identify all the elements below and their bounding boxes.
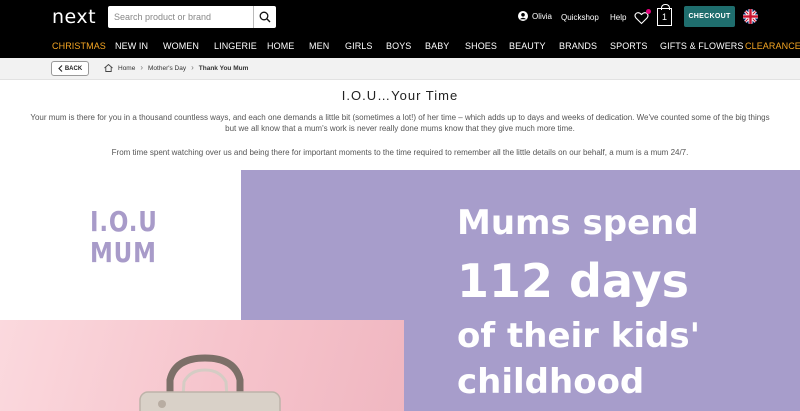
logo-line2: MUM — [90, 236, 157, 269]
nav-item-clearance[interactable]: CLEARANCE — [745, 41, 800, 51]
chevron-right-icon: › — [191, 63, 194, 72]
uk-flag-icon[interactable] — [743, 9, 758, 24]
user-icon — [518, 11, 528, 21]
logo-line1: I.O.U — [90, 205, 158, 238]
nav-item-gifts-flowers[interactable]: GIFTS & FLOWERS — [660, 41, 744, 51]
breadcrumb: Home › Mother's Day › Thank You Mum — [104, 64, 248, 72]
back-button[interactable]: BACK — [51, 61, 89, 76]
nav-item-sports[interactable]: SPORTS — [610, 41, 647, 51]
breadcrumb-bar: BACK Home › Mother's Day › Thank You Mum — [0, 58, 800, 80]
iou-mum-logo: I.O.U MUM — [90, 206, 158, 268]
nav-item-women[interactable]: WOMEN — [163, 41, 199, 51]
breadcrumb-mothers-day[interactable]: Mother's Day — [148, 65, 186, 72]
nav-item-christmas[interactable]: CHRISTMAS — [52, 41, 106, 51]
main-nav: CHRISTMAS NEW IN WOMEN LINGERIE HOME MEN… — [0, 35, 800, 58]
search-icon — [259, 11, 271, 23]
nav-item-men[interactable]: MEN — [309, 41, 329, 51]
shopping-bag-icon[interactable]: 1 — [657, 4, 672, 26]
chevron-right-icon: › — [140, 63, 144, 72]
nav-item-boys[interactable]: BOYS — [386, 41, 411, 51]
home-icon[interactable] — [104, 64, 113, 72]
next-logo[interactable]: next — [52, 6, 96, 28]
breadcrumb-home[interactable]: Home — [118, 65, 135, 72]
nav-item-brands[interactable]: BRANDS — [559, 41, 597, 51]
user-name: Olivia — [532, 11, 553, 21]
nav-item-baby[interactable]: BABY — [425, 41, 449, 51]
favourites-button[interactable] — [634, 9, 651, 25]
hero-line2: 112 days — [457, 254, 689, 308]
top-header: next Olivia Quickshop Help 1 CHECKOUT — [0, 0, 800, 35]
hero-line1: Mums spend — [457, 203, 699, 243]
search-box — [108, 6, 276, 28]
breadcrumb-current: Thank You Mum — [198, 64, 249, 72]
checkout-button[interactable]: CHECKOUT — [684, 6, 735, 27]
intro-paragraph-line2: but we all know that a mum's work is nev… — [225, 124, 575, 133]
nav-item-lingerie[interactable]: LINGERIE — [214, 41, 257, 51]
nav-item-shoes[interactable]: SHOES — [465, 41, 497, 51]
hero-line4: childhood — [457, 362, 645, 402]
chevron-left-icon — [58, 65, 63, 72]
quickshop-link[interactable]: Quickshop — [561, 13, 599, 22]
search-input[interactable] — [108, 7, 252, 27]
nav-item-new-in[interactable]: NEW IN — [115, 41, 148, 51]
page-title: I.O.U…Your Time — [341, 88, 459, 103]
intro-paragraph-line1: Your mum is there for you in a thousand … — [30, 113, 770, 122]
nav-item-home[interactable]: HOME — [267, 41, 294, 51]
help-link[interactable]: Help — [610, 13, 626, 22]
handbag-image — [0, 320, 404, 411]
back-label: BACK — [64, 65, 83, 72]
account-link[interactable]: Olivia — [518, 11, 552, 21]
nav-item-girls[interactable]: GIRLS — [345, 41, 373, 51]
search-button[interactable] — [253, 6, 276, 28]
notification-dot — [646, 9, 651, 14]
nav-item-beauty[interactable]: BEAUTY — [509, 41, 546, 51]
handbag-illustration — [139, 354, 281, 411]
bag-count: 1 — [661, 12, 667, 22]
second-paragraph: From time spent watching over us and bei… — [111, 148, 689, 157]
hero-line3: of their kids' — [457, 316, 701, 356]
